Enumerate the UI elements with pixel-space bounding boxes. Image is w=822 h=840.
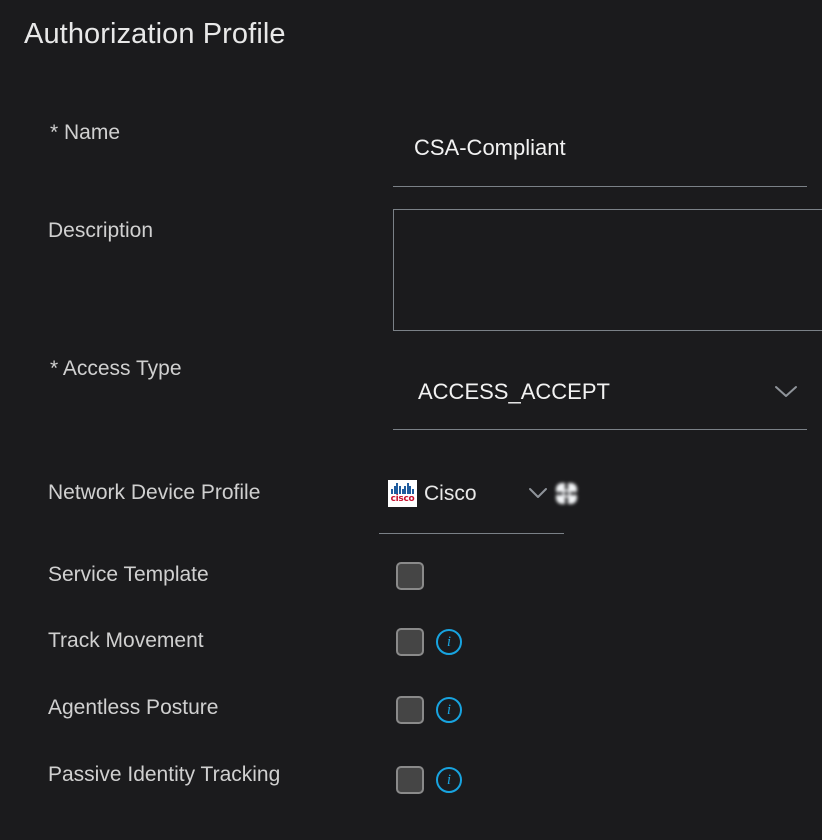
access-type-label: * Access Type: [50, 357, 182, 380]
info-icon[interactable]: i: [436, 697, 462, 723]
access-type-underline: [393, 429, 807, 430]
description-label: Description: [48, 219, 154, 242]
chevron-down-icon[interactable]: [773, 383, 799, 399]
name-underline: [393, 186, 807, 187]
info-icon[interactable]: i: [436, 767, 462, 793]
chevron-down-icon[interactable]: [527, 486, 549, 500]
access-type-value[interactable]: ACCESS_ACCEPT: [418, 377, 610, 407]
name-label: * Name: [50, 121, 121, 144]
passive-identity-tracking-label: Passive Identity Tracking: [48, 763, 281, 786]
network-device-profile-label: Network Device Profile: [48, 481, 261, 504]
agentless-posture-checkbox[interactable]: [396, 696, 424, 724]
cisco-logo-wordmark: cisco: [390, 494, 415, 504]
description-textarea[interactable]: [393, 209, 822, 331]
cisco-logo-icon: cisco: [388, 480, 417, 507]
name-input[interactable]: [414, 134, 794, 162]
page-title: Authorization Profile: [24, 18, 286, 50]
network-device-profile-value[interactable]: Cisco: [424, 480, 477, 507]
service-template-checkbox[interactable]: [396, 562, 424, 590]
passive-identity-tracking-checkbox[interactable]: [396, 766, 424, 794]
gear-icon[interactable]: [553, 480, 580, 507]
cisco-logo-bars: [391, 483, 414, 494]
service-template-label: Service Template: [48, 563, 209, 586]
track-movement-checkbox[interactable]: [396, 628, 424, 656]
info-icon[interactable]: i: [436, 629, 462, 655]
agentless-posture-label: Agentless Posture: [48, 696, 219, 719]
network-device-profile-underline: [379, 533, 564, 534]
track-movement-label: Track Movement: [48, 629, 204, 652]
